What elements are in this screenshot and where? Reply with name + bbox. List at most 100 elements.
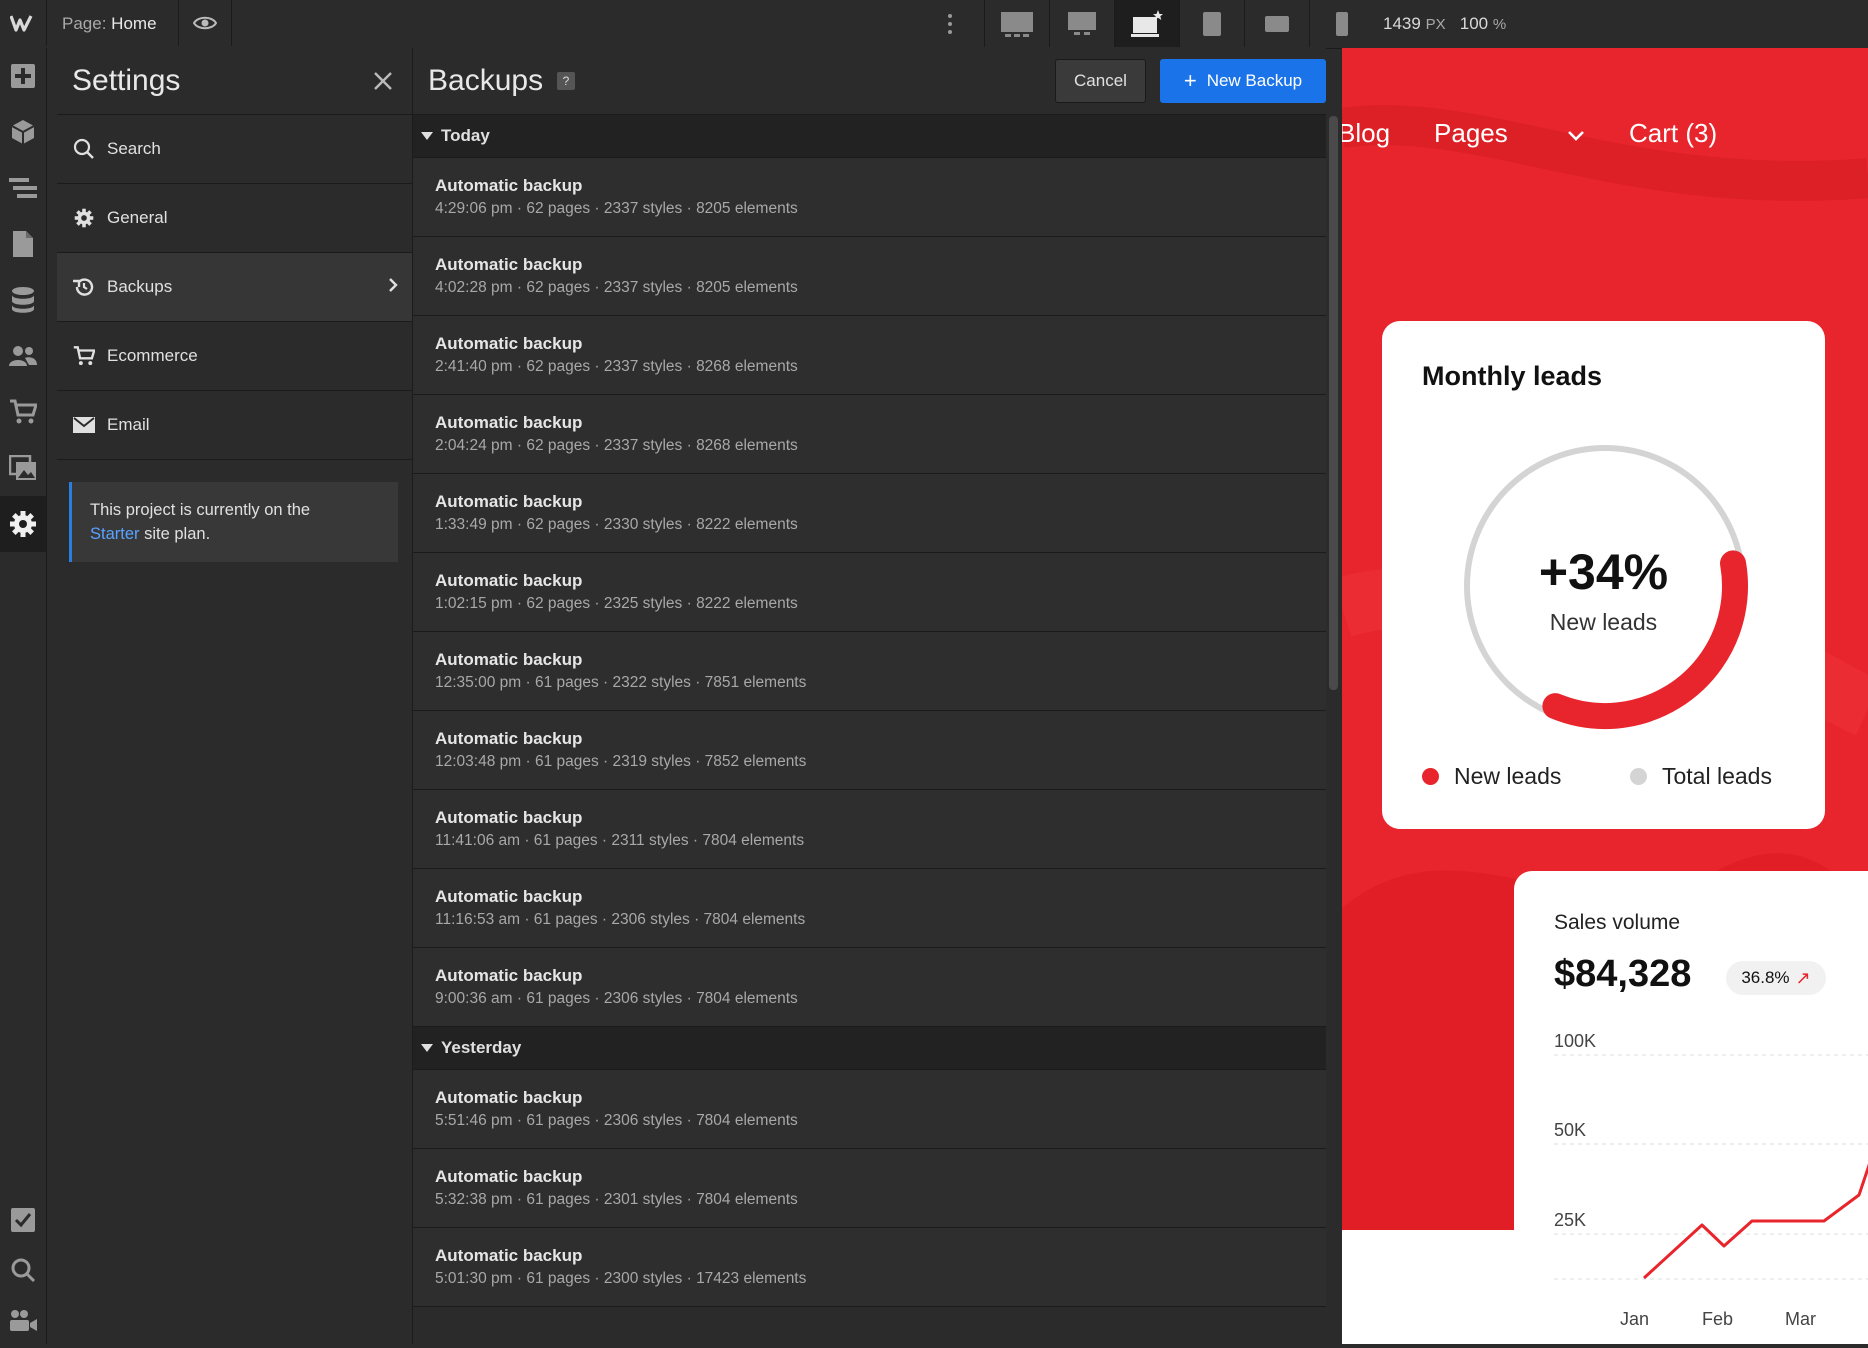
settings-nav-backups[interactable]: Backups — [57, 253, 412, 322]
backup-title: Automatic backup — [435, 1246, 583, 1265]
sales-volume-card: Sales volume $84,328 36.8% ↗ 100K 50K 25… — [1514, 871, 1868, 1344]
backup-list-scrollbar-thumb[interactable] — [1329, 116, 1338, 690]
help-icon[interactable]: ? — [557, 72, 575, 90]
webflow-logo[interactable] — [0, 0, 47, 46]
backup-title: Automatic backup — [435, 887, 583, 906]
arrow-up-right-icon: ↗ — [1795, 967, 1811, 988]
settings-nav-label: Email — [107, 415, 150, 434]
backup-row[interactable]: Automatic backup 2:41:40 pm · 62 pages · … — [413, 316, 1326, 395]
backup-row[interactable]: Automatic backup 2:04:24 pm · 62 pages · … — [413, 395, 1326, 474]
zoom-unit: % — [1492, 16, 1507, 33]
breakpoint-desktop-icon[interactable] — [1114, 0, 1179, 47]
backup-title: Automatic backup — [435, 413, 583, 432]
settings-nav-label: General — [107, 208, 168, 227]
new-leads-value: +34% — [1538, 544, 1669, 600]
settings-nav-email[interactable]: Email — [57, 391, 412, 460]
backup-title: Automatic backup — [435, 492, 583, 511]
navigator-icon[interactable] — [0, 160, 46, 216]
backup-meta: 12:03:48 pm · 61 pages · 2319 styles · 7… — [435, 753, 807, 770]
settings-nav-general[interactable]: General — [57, 184, 412, 253]
x-axis-label: Mar — [1785, 1309, 1816, 1329]
settings-nav-ecommerce[interactable]: Ecommerce — [57, 322, 412, 391]
nav-link-pages-label: Pages — [1434, 118, 1508, 148]
backup-meta: 9:00:36 am · 61 pages · 2306 styles · 78… — [435, 990, 798, 1007]
preview-eye-icon[interactable] — [178, 0, 232, 46]
settings-header: Settings — [57, 48, 412, 115]
backup-group-header[interactable]: Today — [413, 115, 1326, 158]
cms-database-icon[interactable] — [0, 272, 46, 328]
new-leads-label: New leads — [1549, 609, 1658, 635]
backup-row[interactable]: Automatic backup 4:29:06 pm · 62 pages · … — [413, 158, 1326, 237]
close-icon[interactable] — [372, 70, 394, 92]
settings-gear-icon[interactable] — [0, 496, 46, 552]
backup-title: Automatic backup — [435, 255, 583, 274]
pages-icon[interactable] — [0, 216, 46, 272]
add-panel-icon[interactable] — [0, 48, 46, 104]
search-icon[interactable] — [0, 1242, 46, 1298]
panel-gutter — [47, 48, 57, 1344]
caret-down-icon — [421, 1044, 433, 1052]
backup-row[interactable]: Automatic backup 11:16:53 am · 61 pages ·… — [413, 869, 1326, 948]
sales-line-chart — [1554, 1054, 1868, 1280]
more-menu-icon[interactable] — [944, 10, 956, 38]
backup-row[interactable]: Automatic backup 1:33:49 pm · 62 pages · … — [413, 474, 1326, 553]
settings-nav-search[interactable]: Search — [57, 115, 412, 184]
x-axis-label: Jan — [1620, 1309, 1650, 1329]
settings-title: Settings — [72, 64, 181, 97]
cancel-button[interactable]: Cancel — [1055, 59, 1146, 103]
backup-row[interactable]: Automatic backup 12:03:48 pm · 61 pages ·… — [413, 711, 1326, 790]
breakpoint-tablet-icon[interactable] — [1179, 0, 1244, 47]
backup-row[interactable]: Automatic backup 1:02:15 pm · 62 pages · … — [413, 553, 1326, 632]
components-cube-icon[interactable] — [0, 104, 46, 160]
backup-title: Automatic backup — [435, 176, 583, 195]
sales-volume-title: Sales volume — [1554, 911, 1681, 934]
breakpoint-selector — [984, 0, 1374, 47]
nav-link-cart[interactable]: Cart (3) — [1629, 118, 1717, 149]
monthly-leads-title: Monthly leads — [1422, 361, 1603, 391]
new-backup-button[interactable]: + New Backup — [1160, 59, 1326, 103]
backup-meta: 2:04:24 pm · 62 pages · 2337 styles · 82… — [435, 437, 798, 454]
backup-row[interactable]: Automatic backup 9:00:36 am · 61 pages · … — [413, 948, 1326, 1027]
page-name: Home — [111, 14, 157, 33]
page-selector[interactable]: Page: Home — [62, 14, 157, 34]
backup-title: Automatic backup — [435, 334, 583, 353]
new-backup-label: New Backup — [1206, 71, 1303, 90]
backup-row[interactable]: Automatic backup 5:32:38 pm · 61 pages · … — [413, 1149, 1326, 1228]
plan-link[interactable]: Starter — [90, 525, 140, 543]
assets-images-icon[interactable] — [0, 440, 46, 496]
gear-icon — [73, 207, 95, 229]
legend-label: Total leads — [1662, 763, 1772, 789]
backup-row[interactable]: Automatic backup 4:02:28 pm · 62 pages · … — [413, 237, 1326, 316]
sales-change-badge: 36.8% ↗ — [1726, 961, 1826, 995]
breakpoint-xl-icon[interactable] — [1049, 0, 1114, 47]
page-prefix: Page: — [62, 14, 107, 33]
backup-row[interactable]: Automatic backup 12:35:00 pm · 61 pages ·… — [413, 632, 1326, 711]
breakpoint-portrait-icon[interactable] — [1309, 0, 1374, 47]
backup-meta: 1:33:49 pm · 62 pages · 2330 styles · 82… — [435, 516, 798, 533]
backup-row[interactable]: Automatic backup 11:41:06 am · 61 pages ·… — [413, 790, 1326, 869]
plan-text: This project is currently on the — [90, 501, 311, 519]
backup-meta: 11:16:53 am · 61 pages · 2306 styles · 7… — [435, 911, 806, 928]
audit-checkbox-icon[interactable] — [0, 1192, 46, 1248]
zoom-value: 100 — [1459, 14, 1489, 33]
backup-meta: 1:02:15 pm · 62 pages · 2325 styles · 82… — [435, 595, 798, 612]
settings-nav-label: Search — [107, 139, 161, 158]
site-navigation: Blog Pages Cart (3) — [1342, 118, 1761, 149]
legend-dot-gray — [1630, 768, 1647, 785]
plan-text-end: site plan. — [139, 525, 211, 543]
breakpoint-landscape-icon[interactable] — [1244, 0, 1309, 47]
ecommerce-cart-icon[interactable] — [0, 384, 46, 440]
breakpoint-xxl-icon[interactable] — [984, 0, 1049, 47]
users-icon[interactable] — [0, 328, 46, 384]
canvas-size-readout: 1439 PX 100 % — [1383, 14, 1506, 34]
video-tutorials-icon[interactable] — [0, 1292, 46, 1348]
backup-title: Automatic backup — [435, 650, 583, 669]
legend-total-leads: Total leads — [1630, 763, 1772, 790]
backup-row[interactable]: Automatic backup 5:01:30 pm · 61 pages · … — [413, 1228, 1326, 1307]
backup-row[interactable]: Automatic backup 5:51:46 pm · 61 pages · … — [413, 1070, 1326, 1149]
nav-link-blog[interactable]: Blog — [1342, 118, 1390, 149]
backup-group-header[interactable]: Yesterday — [413, 1027, 1326, 1070]
site-plan-notice: This project is currently on the Starter… — [69, 482, 398, 562]
nav-link-pages[interactable]: Pages — [1434, 118, 1585, 149]
backup-meta: 11:41:06 am · 61 pages · 2311 styles · 7… — [435, 832, 805, 849]
